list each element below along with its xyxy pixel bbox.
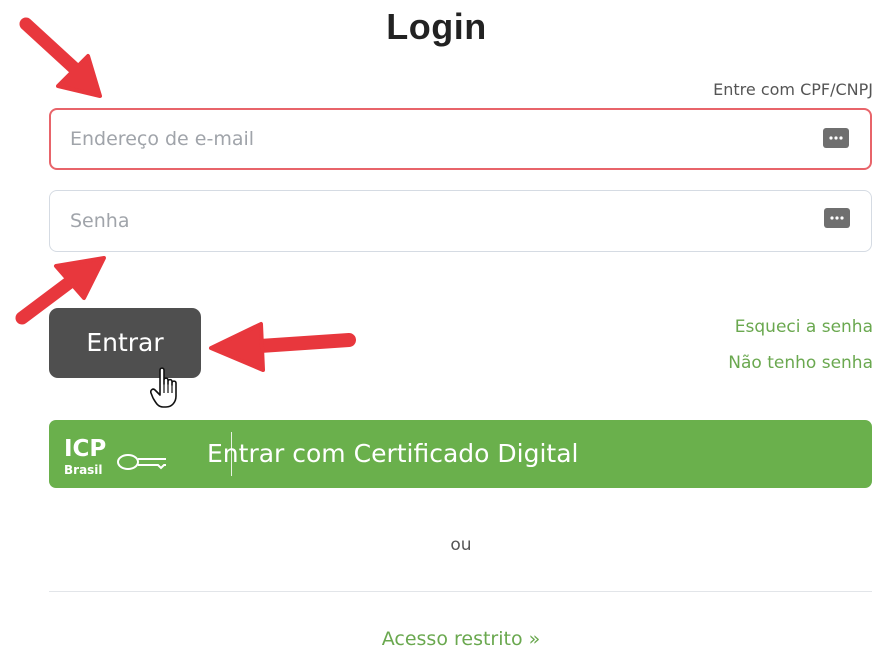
email-field[interactable] (49, 108, 872, 170)
certificate-button-label: Entrar com Certificado Digital (207, 439, 579, 468)
digital-certificate-button[interactable]: ICP Brasil Entrar com Certificado Digita… (49, 420, 872, 488)
password-input[interactable] (50, 191, 871, 251)
icp-brasil-logo-icon: ICP Brasil (64, 436, 166, 477)
page-title: Login (386, 6, 487, 47)
divider (49, 591, 872, 592)
password-manager-dots-icon[interactable] (823, 128, 849, 148)
login-button[interactable]: Entrar (49, 308, 201, 378)
cpf-cnpj-login-link[interactable]: Entre com CPF/CNPJ (713, 80, 873, 99)
password-manager-dots-icon[interactable] (824, 208, 850, 228)
no-password-link[interactable]: Não tenho senha (728, 353, 873, 373)
restricted-access-link[interactable]: Acesso restrito » (0, 628, 873, 650)
svg-text:Brasil: Brasil (64, 463, 103, 477)
or-separator-text: ou (450, 535, 472, 555)
forgot-password-link[interactable]: Esqueci a senha (735, 317, 873, 337)
password-field[interactable] (49, 190, 872, 252)
email-input[interactable] (51, 110, 870, 168)
svg-text:ICP: ICP (64, 436, 106, 462)
red-arrow-icon (209, 322, 356, 372)
